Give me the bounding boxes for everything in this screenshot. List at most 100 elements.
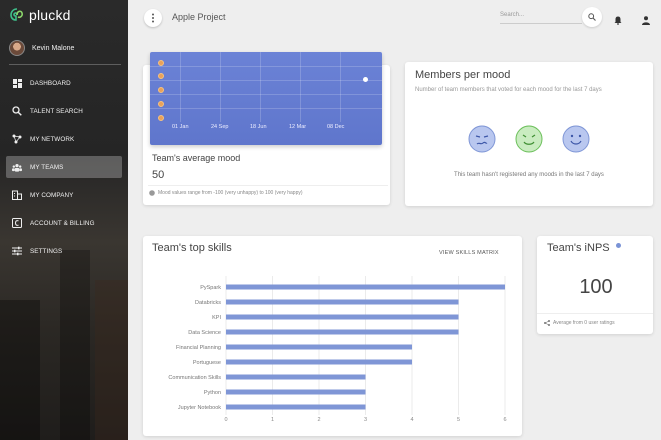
teams-icon — [12, 162, 22, 172]
x-tick-label: 01 Jan — [172, 124, 189, 130]
search-person-icon — [12, 106, 22, 116]
sidebar-nav: DASHBOARD TALENT SEARCH MY NETWORK MY TE… — [6, 72, 122, 268]
skill-label: PySpark — [200, 285, 221, 291]
sidebar-item-my-teams[interactable]: MY TEAMS — [6, 156, 122, 178]
skill-bar[interactable] — [226, 374, 366, 380]
sidebar: pluckd Kevin Malone DASHBOARD TALENT SEA… — [0, 0, 128, 440]
skill-label: KPI — [212, 315, 221, 321]
search-input[interactable]: Search... — [500, 10, 582, 24]
skill-bar[interactable] — [226, 284, 505, 290]
inps-title: Team's iNPS — [547, 242, 610, 254]
sidebar-item-talent-search[interactable]: TALENT SEARCH — [6, 100, 122, 122]
x-tick-label: 08 Dec — [327, 124, 345, 130]
top-skills-chart: PySpark Databricks KPI Data Science Financia… — [168, 276, 507, 423]
x-tick-label: 0 — [224, 417, 227, 423]
skill-bar[interactable] — [226, 329, 459, 335]
skill-label: Databricks — [195, 300, 221, 306]
company-icon — [12, 190, 22, 200]
more-vertical-icon — [152, 13, 154, 23]
mood-emoji-icon — [158, 73, 164, 79]
share-icon — [544, 320, 550, 326]
x-tick-label: 2 — [317, 417, 320, 423]
mood-emoji-icon — [158, 101, 164, 107]
inps-note: Average from 0 user ratings — [544, 320, 615, 326]
pluckd-logo-icon — [10, 8, 23, 21]
top-bar: Apple Project Search... — [128, 0, 661, 36]
skill-bar[interactable] — [226, 314, 459, 320]
brand-name: pluckd — [29, 7, 71, 23]
avatar — [9, 40, 25, 56]
average-mood-value: 50 — [152, 169, 165, 181]
skill-label: Data Science — [188, 330, 221, 336]
skill-label: Financial Planning — [176, 345, 221, 351]
skill-bar[interactable] — [226, 389, 366, 395]
user-name: Kevin Malone — [32, 44, 75, 52]
skill-label: Python — [204, 390, 221, 396]
sidebar-item-my-company[interactable]: MY COMPANY — [6, 184, 122, 206]
mood-emoji-icon — [158, 87, 164, 93]
sidebar-item-my-network[interactable]: MY NETWORK — [6, 128, 122, 150]
skill-bar[interactable] — [226, 404, 366, 410]
top-skills-title: Team's top skills — [152, 242, 232, 254]
skill-bar[interactable] — [226, 359, 412, 365]
dashboard-icon — [12, 78, 22, 88]
brand-logo[interactable]: pluckd — [9, 7, 71, 23]
sidebar-item-label: MY TEAMS — [30, 163, 64, 171]
skill-bar[interactable] — [226, 299, 459, 305]
sidebar-item-label: MY NETWORK — [30, 135, 75, 143]
sidebar-item-label: ACCOUNT & BILLING — [30, 219, 95, 227]
billing-icon — [12, 218, 22, 228]
members-per-mood-subtitle: Number of team members that voted for ea… — [415, 87, 602, 93]
happy-mood-icon[interactable] — [562, 125, 590, 153]
sidebar-divider — [9, 64, 121, 65]
sidebar-item-label: SETTINGS — [30, 247, 63, 255]
unhappy-mood-icon[interactable] — [468, 125, 496, 153]
x-tick-label: 18 Jun — [250, 124, 267, 130]
x-tick-label: 5 — [457, 417, 460, 423]
average-mood-title: Team's average mood — [152, 153, 241, 163]
network-icon — [12, 134, 22, 144]
sidebar-item-label: MY COMPANY — [30, 191, 74, 199]
skill-label: Communication Skills — [168, 375, 221, 381]
neutral-mood-icon[interactable] — [515, 125, 543, 153]
mood-emoji-icon — [158, 115, 164, 121]
skill-label: Jupyter Notebook — [178, 405, 221, 411]
sidebar-item-dashboard[interactable]: DASHBOARD — [6, 72, 122, 94]
members-per-mood-title: Members per mood — [415, 69, 511, 81]
skill-bar[interactable] — [226, 344, 412, 350]
account-button[interactable] — [642, 12, 650, 30]
average-mood-note-text: Mood values range from -100 (very unhapp… — [158, 190, 303, 196]
bell-icon — [614, 16, 622, 25]
project-title: Apple Project — [172, 12, 226, 22]
sidebar-item-label: DASHBOARD — [30, 79, 71, 87]
more-menu-button[interactable] — [144, 9, 162, 27]
sidebar-item-settings[interactable]: SETTINGS — [6, 240, 122, 262]
skill-label: Portuguese — [193, 360, 221, 366]
sidebar-item-account-billing[interactable]: ACCOUNT & BILLING — [6, 212, 122, 234]
notifications-button[interactable] — [614, 12, 622, 30]
x-tick-label: 4 — [410, 417, 413, 423]
mood-emoji-icon — [158, 60, 164, 66]
members-per-mood-note: This team hasn't registered any moods in… — [454, 172, 604, 178]
info-icon[interactable] — [616, 243, 621, 248]
user-profile[interactable]: Kevin Malone — [9, 40, 119, 56]
view-skills-matrix-link[interactable]: VIEW SKILLS MATRIX — [439, 250, 499, 256]
person-icon — [642, 16, 650, 25]
x-tick-label: 24 Sep — [211, 124, 229, 130]
x-tick-label: 6 — [503, 417, 506, 423]
inps-value: 100 — [579, 276, 613, 298]
card-divider — [148, 185, 388, 186]
info-icon — [149, 190, 155, 196]
x-tick-label: 12 Mar — [289, 124, 307, 130]
sidebar-item-label: TALENT SEARCH — [30, 107, 83, 115]
mood-data-point[interactable] — [363, 77, 368, 82]
average-mood-chart[interactable]: 01 Jan 24 Sep 18 Jun 12 Mar 08 Dec — [150, 52, 382, 145]
settings-sliders-icon — [12, 246, 22, 256]
search-button[interactable] — [582, 7, 602, 27]
card-divider — [537, 313, 653, 314]
search-icon — [588, 13, 596, 21]
average-mood-note: Mood values range from -100 (very unhapp… — [149, 190, 303, 196]
x-tick-label: 3 — [364, 417, 367, 423]
inps-note-text: Average from 0 user ratings — [553, 320, 615, 326]
x-tick-label: 1 — [271, 417, 274, 423]
